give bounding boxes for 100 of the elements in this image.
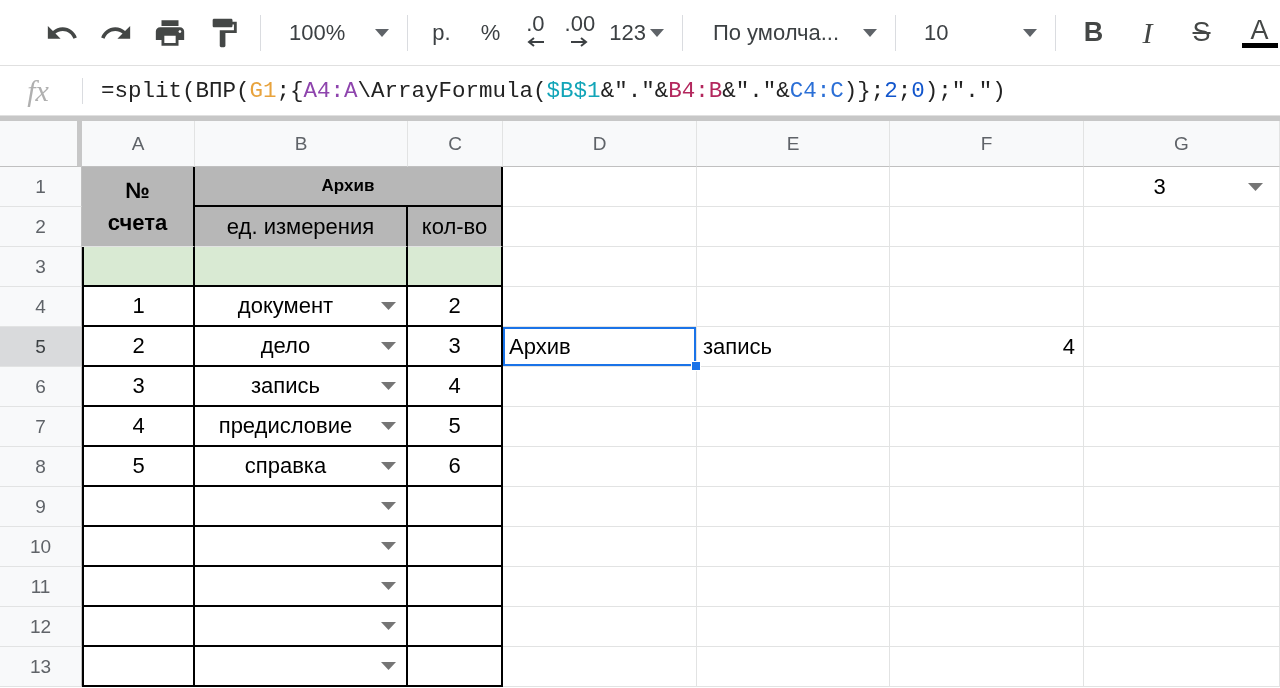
- row-header[interactable]: 5: [0, 327, 82, 367]
- dropdown-arrow-icon[interactable]: [381, 662, 396, 670]
- fx-label: fx: [26, 73, 50, 108]
- left-arrow-icon: [526, 36, 545, 47]
- row-header[interactable]: 11: [0, 567, 82, 607]
- column-header[interactable]: A: [82, 121, 195, 167]
- italic-button[interactable]: I: [1129, 15, 1166, 50]
- row-header[interactable]: 13: [0, 647, 82, 687]
- decrease-decimals-button[interactable]: .0: [522, 12, 549, 53]
- dropdown-cell[interactable]: [195, 607, 408, 647]
- dropdown-cell[interactable]: запись: [195, 367, 408, 407]
- dropdown-arrow-icon[interactable]: [381, 462, 396, 470]
- dropdown-arrow-icon[interactable]: [381, 542, 396, 550]
- cell-text: справка: [244, 453, 327, 479]
- dropdown-arrow-icon[interactable]: [381, 382, 396, 390]
- dropdown-arrow-icon[interactable]: [381, 342, 396, 350]
- table-cell[interactable]: [82, 567, 195, 607]
- table-cell[interactable]: [82, 247, 195, 287]
- table-cell[interactable]: 2: [408, 287, 503, 327]
- table-cell[interactable]: [82, 527, 195, 567]
- dropdown-cell[interactable]: предисловие: [195, 407, 408, 447]
- table-cell[interactable]: Архив: [503, 327, 697, 367]
- table-cell[interactable]: [408, 487, 503, 527]
- table-cell[interactable]: [408, 567, 503, 607]
- row-header[interactable]: 9: [0, 487, 82, 527]
- zoom-dropdown[interactable]: 100%: [281, 12, 394, 53]
- select-all-corner[interactable]: [0, 121, 82, 167]
- column-header[interactable]: B: [195, 121, 408, 167]
- percent-button[interactable]: %: [476, 12, 505, 53]
- table-cell[interactable]: 4: [82, 407, 195, 447]
- row-header[interactable]: 10: [0, 527, 82, 567]
- column-header[interactable]: E: [697, 121, 890, 167]
- cell-text: Архив: [509, 333, 571, 360]
- caret-icon[interactable]: [375, 28, 390, 37]
- increase-decimals-button[interactable]: .00: [560, 12, 600, 53]
- table-cell[interactable]: 5: [408, 407, 503, 447]
- dropdown-arrow-icon[interactable]: [381, 582, 396, 590]
- table-cell[interactable]: 3: [82, 367, 195, 407]
- column-header[interactable]: D: [503, 121, 697, 167]
- dropdown-arrow-icon[interactable]: [381, 422, 396, 430]
- column-header[interactable]: F: [890, 121, 1084, 167]
- table-cell[interactable]: [195, 247, 408, 287]
- table-cell[interactable]: 4: [408, 367, 503, 407]
- dropdown-cell[interactable]: [195, 487, 408, 527]
- currency-button[interactable]: р.: [428, 12, 455, 53]
- dropdown-arrow-icon[interactable]: [381, 622, 396, 630]
- row-header[interactable]: 7: [0, 407, 82, 447]
- row-header[interactable]: 12: [0, 607, 82, 647]
- table-cell[interactable]: 6: [408, 447, 503, 487]
- font-dropdown[interactable]: По умолча...: [702, 12, 882, 53]
- caret-icon[interactable]: [863, 28, 878, 37]
- table-cell[interactable]: 1: [82, 287, 195, 327]
- table-cell[interactable]: [408, 647, 503, 687]
- table-cell[interactable]: 4: [890, 327, 1084, 367]
- dropdown-cell[interactable]: 3: [1084, 167, 1280, 207]
- column-header[interactable]: G: [1084, 121, 1280, 167]
- table-cell[interactable]: запись: [697, 327, 890, 367]
- color-bar: [1241, 43, 1278, 48]
- cell-text: документ: [237, 293, 334, 319]
- cell-text: предисловие: [218, 413, 353, 439]
- number-format-dropdown[interactable]: 123: [605, 12, 668, 53]
- row-header[interactable]: 4: [0, 287, 82, 327]
- table-header-cell: кол-во: [408, 207, 503, 247]
- table-cell[interactable]: [82, 487, 195, 527]
- table-header-cell: № счета: [82, 167, 195, 247]
- dropdown-arrow-icon[interactable]: [381, 502, 396, 510]
- table-cell[interactable]: [408, 607, 503, 647]
- table-cell[interactable]: [82, 647, 195, 687]
- table-cell[interactable]: 5: [82, 447, 195, 487]
- dropdown-cell[interactable]: [195, 567, 408, 607]
- dropdown-cell[interactable]: [195, 527, 408, 567]
- table-cell[interactable]: [408, 247, 503, 287]
- cell-text: 3: [1153, 173, 1166, 200]
- fill-handle[interactable]: [691, 361, 701, 371]
- dropdown-arrow-icon[interactable]: [381, 302, 396, 310]
- dropdown-arrow-icon[interactable]: [1248, 182, 1263, 191]
- row-header[interactable]: 6: [0, 367, 82, 407]
- row-header[interactable]: 1: [0, 167, 82, 207]
- dropdown-cell[interactable]: дело: [195, 327, 408, 367]
- dropdown-cell[interactable]: [195, 647, 408, 687]
- cell-text: запись: [251, 373, 320, 399]
- caret-icon[interactable]: [1022, 28, 1037, 37]
- table-header-cell: Архив: [195, 167, 503, 207]
- row-header[interactable]: 2: [0, 207, 82, 247]
- table-cell[interactable]: [82, 607, 195, 647]
- dropdown-cell[interactable]: документ: [195, 287, 408, 327]
- row-header[interactable]: 8: [0, 447, 82, 487]
- table-cell[interactable]: 3: [408, 327, 503, 367]
- formula-input[interactable]: =split(ВПР(G1;{A4:A\ArrayFormula($B$1&"."&B4:B&"."&C4:C)};2;0);"."): [101, 77, 1006, 104]
- bold-button[interactable]: B: [1075, 17, 1112, 48]
- strikethrough-button[interactable]: S: [1183, 17, 1220, 48]
- dropdown-cell[interactable]: справка: [195, 447, 408, 487]
- text-color-button[interactable]: A: [1250, 17, 1269, 43]
- table-header-cell: ед. измерения: [195, 207, 408, 247]
- row-header[interactable]: 3: [0, 247, 82, 287]
- column-header[interactable]: C: [408, 121, 503, 167]
- font-size-dropdown[interactable]: 10: [916, 12, 1041, 53]
- table-cell[interactable]: 2: [82, 327, 195, 367]
- caret-icon[interactable]: [649, 28, 664, 37]
- table-cell[interactable]: [408, 527, 503, 567]
